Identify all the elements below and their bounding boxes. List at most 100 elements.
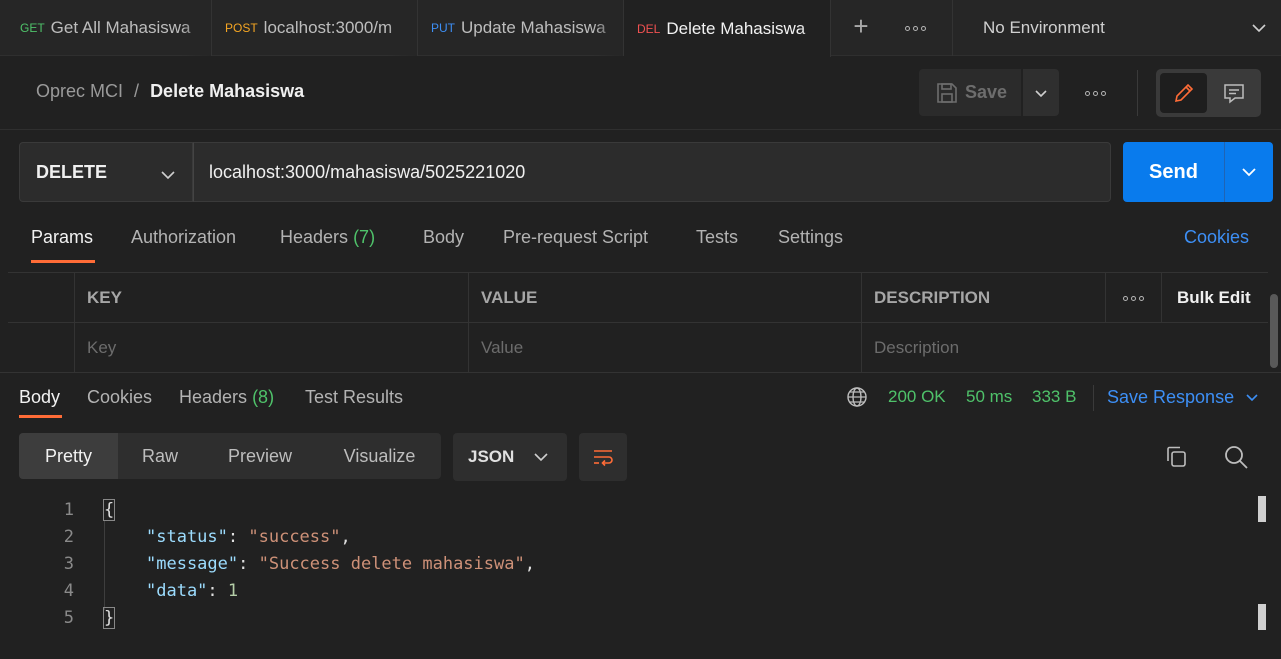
send-button[interactable]: Send (1123, 142, 1224, 202)
response-headers-count: (8) (252, 387, 275, 407)
tab-get-all-mahasiswa[interactable]: GET Get All Mahasiswa (0, 0, 212, 56)
open-brace: { (102, 499, 116, 521)
send-button-group: Send (1123, 142, 1273, 202)
params-scrollbar[interactable] (1270, 294, 1278, 368)
url-input[interactable]: localhost:3000/mahasiswa/5025221020 (193, 142, 1111, 202)
tab-headers[interactable]: Headers (7) (280, 227, 375, 248)
divider (1093, 385, 1094, 411)
response-size[interactable]: 333 B (1032, 387, 1076, 407)
chevron-down-icon (161, 171, 175, 180)
tab-prerequest-script[interactable]: Pre-request Script (503, 227, 648, 248)
column-header-value: VALUE (468, 273, 862, 323)
line-number: 1 (63, 500, 74, 520)
cookies-link[interactable]: Cookies (1184, 227, 1249, 248)
code-line: "data": 1 (146, 581, 239, 601)
line-number: 2 (63, 527, 74, 547)
tab-method-label: GET (20, 21, 45, 35)
tab-method-label: PUT (431, 21, 455, 35)
description-input[interactable]: Description (861, 323, 1268, 373)
tab-post-localhost[interactable]: POST localhost:3000/m (212, 0, 418, 56)
tab-bar: GET Get All Mahasiswa POST localhost:300… (0, 0, 1281, 57)
tab-body[interactable]: Body (423, 227, 464, 248)
view-visualize-button[interactable]: Visualize (318, 433, 441, 479)
search-icon[interactable] (1222, 443, 1250, 471)
comments-button[interactable] (1211, 73, 1257, 113)
tab-settings[interactable]: Settings (778, 227, 843, 248)
response-tab-cookies[interactable]: Cookies (87, 387, 152, 408)
method-value: DELETE (36, 161, 108, 182)
code-line: "message": "Success delete mahasiswa", (146, 554, 535, 574)
active-tab-indicator (19, 415, 62, 418)
breadcrumb: Oprec MCI / Delete Mahasiswa (36, 81, 304, 102)
tab-headers-label: Headers (280, 227, 349, 247)
chevron-down-icon (1035, 89, 1047, 97)
tab-authorization[interactable]: Authorization (131, 227, 236, 248)
breadcrumb-collection[interactable]: Oprec MCI (36, 81, 123, 101)
view-pretty-button[interactable]: Pretty (19, 433, 118, 479)
code-line: "status": "success", (146, 527, 351, 547)
response-tab-test-results[interactable]: Test Results (305, 387, 403, 408)
globe-icon[interactable] (846, 386, 868, 408)
save-icon (937, 82, 957, 103)
indent-guide (104, 520, 105, 610)
value-input[interactable]: Value (468, 323, 862, 373)
response-time[interactable]: 50 ms (966, 387, 1012, 407)
params-header-row: KEY VALUE DESCRIPTION Bulk Edit (8, 273, 1268, 323)
tab-title: Delete Mahasiswa (666, 18, 806, 38)
column-header-description: DESCRIPTION (861, 273, 1106, 323)
pencil-icon (1174, 83, 1193, 103)
line-number: 3 (63, 554, 74, 574)
tab-params[interactable]: Params (31, 227, 93, 248)
params-table: KEY VALUE DESCRIPTION Bulk Edit Key Valu… (8, 272, 1268, 373)
editor-scrollbar[interactable] (1258, 604, 1266, 630)
comment-icon (1224, 84, 1244, 104)
headers-count: (7) (353, 227, 376, 247)
view-raw-button[interactable]: Raw (118, 433, 202, 479)
tab-title: localhost:3000/m (263, 18, 393, 37)
tab-tests[interactable]: Tests (696, 227, 738, 248)
send-options-button[interactable] (1225, 142, 1273, 202)
save-label: Save (965, 82, 1008, 102)
editor-scrollbar[interactable] (1258, 496, 1266, 522)
save-options-button[interactable] (1023, 69, 1059, 116)
line-number: 5 (63, 608, 74, 628)
wrap-lines-button[interactable] (579, 433, 627, 481)
save-button[interactable]: Save (919, 69, 1021, 116)
chevron-down-icon (1246, 394, 1258, 402)
wrap-lines-icon (594, 450, 613, 467)
more-icon (1123, 295, 1144, 301)
environment-selector[interactable]: No Environment (952, 0, 1281, 56)
breadcrumb-request[interactable]: Delete Mahasiswa (150, 81, 304, 101)
url-value: localhost:3000/mahasiswa/5025221020 (209, 161, 526, 182)
divider (1137, 70, 1138, 116)
new-tab-plus-icon[interactable]: + (846, 12, 876, 42)
format-select[interactable]: JSON (453, 433, 567, 481)
status-code[interactable]: 200 OK (888, 387, 946, 407)
response-tab-body[interactable]: Body (19, 387, 60, 408)
environment-label: No Environment (983, 18, 1105, 37)
edit-mode-button[interactable] (1160, 73, 1207, 113)
chevron-down-icon (534, 453, 548, 462)
request-tabs: Params Authorization Headers (7) Body Pr… (0, 216, 1281, 272)
method-select[interactable]: DELETE (19, 142, 193, 202)
table-row: Key Value Description (8, 323, 1268, 373)
tab-method-label: DEL (637, 21, 661, 36)
copy-icon[interactable] (1163, 443, 1191, 471)
save-response-button[interactable]: Save Response (1107, 387, 1259, 408)
chevron-down-icon (1242, 168, 1256, 177)
response-tab-headers[interactable]: Headers (8) (179, 387, 274, 408)
tabs-more-icon[interactable] (900, 18, 930, 38)
tab-delete-mahasiswa[interactable]: DEL Delete Mahasiswa (624, 0, 831, 57)
request-more-icon[interactable] (1080, 78, 1110, 108)
tab-method-label: POST (225, 21, 258, 35)
params-more-button[interactable] (1105, 273, 1161, 323)
active-tab-indicator (31, 260, 95, 263)
bulk-edit-button[interactable]: Bulk Edit (1161, 273, 1268, 323)
breadcrumb-separator: / (134, 81, 140, 101)
request-header: Oprec MCI / Delete Mahasiswa Save (0, 56, 1281, 130)
tab-update-mahasiswa[interactable]: PUT Update Mahasiswa (418, 0, 624, 56)
key-input[interactable]: Key (74, 323, 468, 373)
response-body-editor[interactable]: 1 2 3 4 5 { "status": "success", "messag… (0, 496, 1281, 659)
view-preview-button[interactable]: Preview (202, 433, 318, 479)
code-line: } (102, 607, 116, 629)
